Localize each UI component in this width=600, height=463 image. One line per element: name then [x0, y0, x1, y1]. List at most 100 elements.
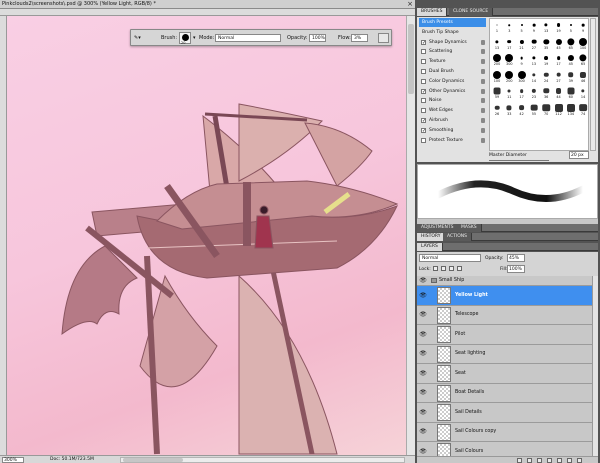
- brush-preset[interactable]: 13: [491, 36, 503, 52]
- eye-icon[interactable]: 👁: [419, 370, 427, 378]
- brush-preset[interactable]: 23: [528, 85, 540, 101]
- brush-preset[interactable]: 21: [516, 36, 528, 52]
- brush-setting-item[interactable]: ✓ Smoothing: [419, 126, 486, 135]
- brush-preset[interactable]: 9: [528, 19, 540, 35]
- brush-preset[interactable]: 300: [503, 52, 515, 68]
- brush-preset[interactable]: 65: [565, 36, 577, 52]
- lock-all-icon[interactable]: [457, 266, 462, 271]
- brush-setting-item[interactable]: Noise: [419, 96, 486, 105]
- master-diameter-slider[interactable]: [489, 160, 549, 161]
- lock-icon[interactable]: [481, 59, 485, 65]
- brush-preset[interactable]: 59: [491, 85, 503, 101]
- brush-setting-item[interactable]: Wet Edges: [419, 106, 486, 115]
- checkbox[interactable]: [421, 49, 426, 55]
- eye-icon[interactable]: 👁: [419, 292, 427, 300]
- checkbox[interactable]: ✓: [421, 88, 426, 94]
- layer-style-icon[interactable]: [527, 458, 532, 463]
- brush-preset[interactable]: 134: [565, 102, 577, 118]
- layer-group-row[interactable]: 👁 Small Ship: [417, 276, 592, 286]
- brush-preset[interactable]: 200: [491, 52, 503, 68]
- brush-preset[interactable]: 1: [491, 19, 503, 35]
- layers-scrollbar[interactable]: [592, 276, 598, 456]
- brush-preset[interactable]: 5: [516, 19, 528, 35]
- brush-preset[interactable]: 39: [565, 69, 577, 85]
- document-title-bar[interactable]: Pinkclouds2\screenshots\.psd @ 300% (Yel…: [0, 0, 415, 9]
- eye-icon[interactable]: 👁: [419, 389, 427, 397]
- brush-preset-grid[interactable]: 1 3 5 9 13 19 5 9 13 17 21 27 35 45 65 100 200 300 9 13 19 17…: [489, 18, 589, 151]
- airbrush-toggle-icon[interactable]: [378, 33, 389, 43]
- lock-icon[interactable]: [481, 39, 485, 45]
- canvas[interactable]: [7, 16, 406, 455]
- brush-preset[interactable]: 45: [553, 36, 565, 52]
- checkbox[interactable]: [421, 69, 426, 74]
- link-layers-icon[interactable]: [517, 458, 522, 463]
- adjustment-layer-icon[interactable]: [547, 458, 552, 463]
- preset-scrollbar[interactable]: [590, 18, 596, 151]
- brush-preset[interactable]: 17: [503, 36, 515, 52]
- eye-icon[interactable]: 👁: [419, 409, 427, 417]
- brush-preset[interactable]: 27: [528, 36, 540, 52]
- layer-row[interactable]: 👁 Seat lighting: [417, 344, 592, 364]
- brush-preset[interactable]: 13: [528, 52, 540, 68]
- brush-preset[interactable]: 45: [565, 52, 577, 68]
- brush-preset[interactable]: 100: [491, 69, 503, 85]
- brush-preset[interactable]: 11: [503, 85, 515, 101]
- flow-input[interactable]: 3%: [351, 34, 368, 42]
- layer-mask-icon[interactable]: [537, 458, 542, 463]
- layer-row[interactable]: 👁 Telescope: [417, 305, 592, 325]
- brush-preset[interactable]: 46: [577, 69, 588, 85]
- brush-preset[interactable]: 70: [540, 102, 552, 118]
- lock-icon[interactable]: [481, 137, 485, 143]
- fill-input[interactable]: 100%: [507, 265, 525, 273]
- checkbox[interactable]: [421, 98, 426, 104]
- tab-masks[interactable]: MASKS: [457, 224, 482, 232]
- checkbox[interactable]: [421, 137, 426, 143]
- checkbox[interactable]: ✓: [421, 39, 426, 45]
- lock-icon[interactable]: [481, 98, 485, 104]
- layer-row[interactable]: 👁 Sail Details: [417, 403, 592, 423]
- layer-row[interactable]: 👁 Yellow Light: [417, 286, 592, 306]
- brush-preset[interactable]: 3: [503, 19, 515, 35]
- brush-preset[interactable]: 35: [540, 36, 552, 52]
- brush-setting-item[interactable]: Scattering: [419, 47, 486, 56]
- brush-preset[interactable]: 100: [577, 36, 588, 52]
- eye-icon[interactable]: 👁: [419, 350, 427, 358]
- vertical-scrollbar[interactable]: [406, 16, 415, 455]
- brush-preset[interactable]: 14: [577, 85, 588, 101]
- eye-icon[interactable]: 👁: [419, 428, 427, 436]
- checkbox[interactable]: [421, 78, 426, 84]
- brush-preset[interactable]: 13: [540, 19, 552, 35]
- layer-row[interactable]: 👁 Pilot: [417, 325, 592, 345]
- brush-preset[interactable]: 200: [503, 69, 515, 85]
- brush-preset[interactable]: 42: [516, 102, 528, 118]
- lock-position-icon[interactable]: [449, 266, 454, 271]
- tab-layers[interactable]: LAYERS: [417, 243, 443, 251]
- brush-preset[interactable]: 26: [491, 102, 503, 118]
- lock-icon[interactable]: [481, 88, 485, 94]
- zoom-field[interactable]: 300%: [2, 457, 24, 463]
- chevron-down-icon[interactable]: ▾: [193, 35, 196, 41]
- brush-setting-item[interactable]: Dual Brush: [419, 67, 486, 76]
- scroll-thumb[interactable]: [123, 458, 183, 462]
- checkbox[interactable]: [421, 108, 426, 114]
- new-group-icon[interactable]: [557, 458, 562, 463]
- brush-preset[interactable]: 60: [565, 85, 577, 101]
- mode-select[interactable]: Normal: [215, 34, 281, 42]
- eye-icon[interactable]: 👁: [419, 277, 427, 285]
- close-icon[interactable]: ×: [406, 0, 414, 8]
- lock-image-icon[interactable]: [441, 266, 446, 271]
- brush-preset[interactable]: 14: [528, 69, 540, 85]
- lock-icon[interactable]: [481, 78, 485, 84]
- brush-preset[interactable]: 27: [553, 69, 565, 85]
- brush-preset[interactable]: 112: [553, 102, 565, 118]
- brush-setting-item[interactable]: Protect Texture: [419, 136, 486, 145]
- brush-preset[interactable]: 300: [516, 69, 528, 85]
- trash-icon[interactable]: [577, 458, 582, 463]
- tab-clone-source[interactable]: CLONE SOURCE: [449, 8, 494, 16]
- doc-info[interactable]: Doc: 50.1M/723.5M: [50, 457, 94, 462]
- brush-preset[interactable]: 33: [503, 102, 515, 118]
- lock-transparent-icon[interactable]: [433, 266, 438, 271]
- brush-preset[interactable]: 9: [516, 52, 528, 68]
- tab-history[interactable]: HISTORY: [417, 233, 446, 241]
- eye-icon[interactable]: 👁: [419, 448, 427, 456]
